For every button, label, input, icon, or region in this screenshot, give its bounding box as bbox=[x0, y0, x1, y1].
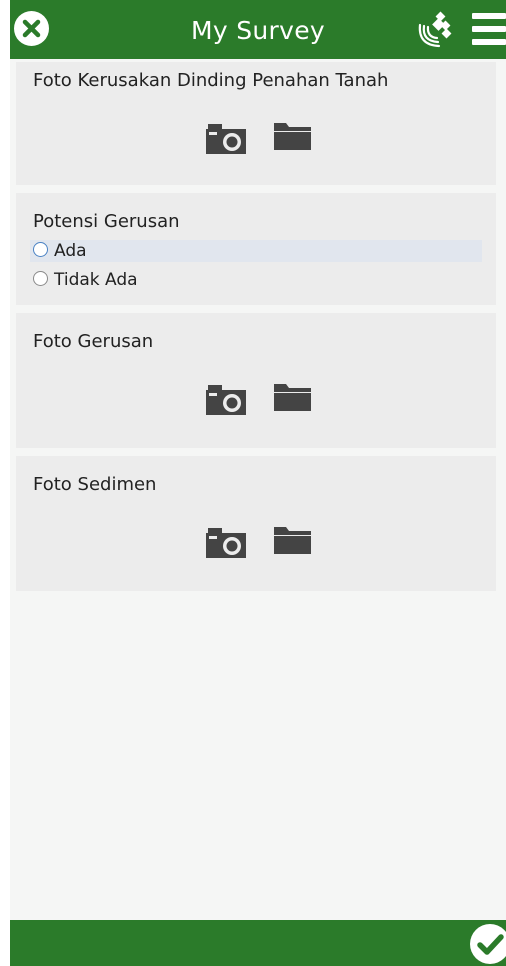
footer-bar bbox=[10, 920, 506, 966]
question-label: Foto Kerusakan Dinding Penahan Tanah bbox=[33, 70, 389, 91]
radio-question-card: Potensi Gerusan Ada Tidak Ada bbox=[16, 193, 496, 305]
photo-question-card: Foto Kerusakan Dinding Penahan Tanah bbox=[16, 62, 496, 185]
question-label: Potensi Gerusan bbox=[33, 211, 180, 232]
survey-app: My Survey Foto Kerusakan Dinding Penahan… bbox=[10, 0, 506, 966]
question-label: Foto Sedimen bbox=[33, 474, 157, 495]
folder-button[interactable] bbox=[271, 117, 315, 153]
camera-button[interactable] bbox=[205, 524, 249, 560]
menu-button[interactable] bbox=[468, 11, 506, 47]
radio-option-ada[interactable]: Ada bbox=[30, 240, 482, 262]
radio-button[interactable] bbox=[33, 242, 48, 257]
submit-button[interactable] bbox=[470, 924, 506, 964]
folder-button[interactable] bbox=[271, 521, 315, 557]
radio-option-label: Ada bbox=[54, 241, 87, 261]
folder-button[interactable] bbox=[271, 378, 315, 414]
satellite-gps-icon bbox=[418, 11, 452, 48]
close-icon bbox=[22, 19, 41, 38]
radio-button[interactable] bbox=[33, 271, 48, 286]
photo-question-card: Foto Gerusan bbox=[16, 313, 496, 448]
checkmark-icon bbox=[477, 934, 504, 955]
folder-icon bbox=[274, 384, 311, 411]
header-bar: My Survey bbox=[10, 0, 506, 59]
question-label: Foto Gerusan bbox=[33, 331, 154, 352]
camera-icon bbox=[206, 385, 246, 415]
gps-button[interactable] bbox=[417, 10, 455, 48]
close-button[interactable] bbox=[14, 11, 49, 46]
radio-option-tidak-ada[interactable]: Tidak Ada bbox=[30, 269, 482, 291]
folder-icon bbox=[274, 527, 311, 554]
folder-icon bbox=[274, 123, 311, 150]
radio-option-label: Tidak Ada bbox=[54, 270, 138, 290]
photo-question-card: Foto Sedimen bbox=[16, 456, 496, 591]
camera-icon bbox=[206, 528, 246, 558]
camera-button[interactable] bbox=[205, 381, 249, 417]
camera-icon bbox=[206, 124, 246, 154]
camera-button[interactable] bbox=[205, 120, 249, 156]
